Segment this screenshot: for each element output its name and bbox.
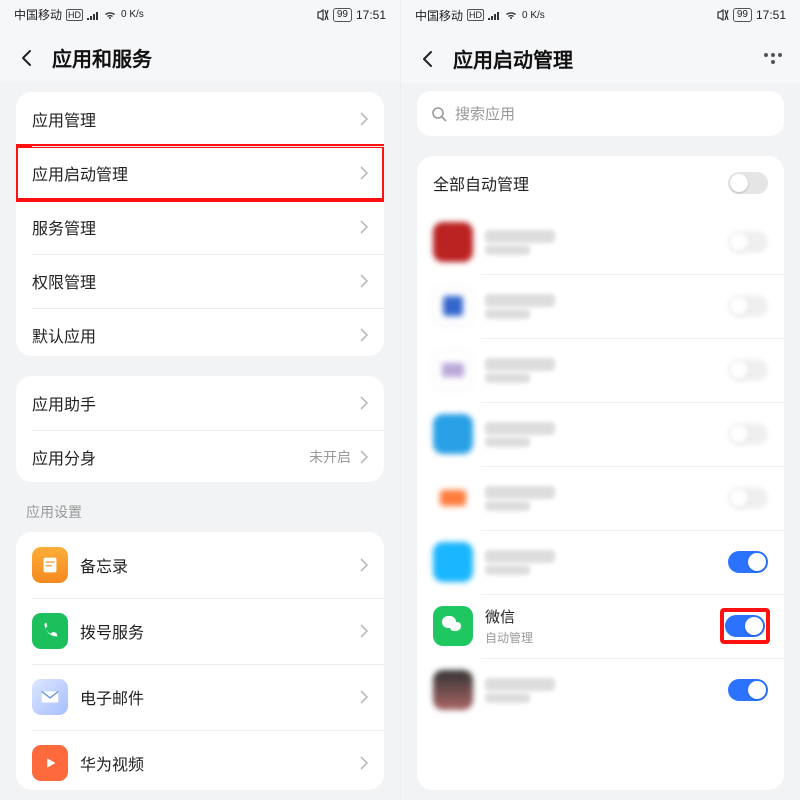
row-app-manage[interactable]: 应用管理 — [16, 92, 384, 146]
back-icon[interactable] — [16, 47, 38, 69]
wifi-icon — [504, 10, 518, 20]
page-title: 应用启动管理 — [453, 44, 573, 73]
row-dialer[interactable]: 拨号服务 — [16, 598, 384, 664]
app-name: 微信 — [485, 606, 710, 627]
row-memo[interactable]: 备忘录 — [16, 532, 384, 598]
app-desc: 自动管理 — [485, 629, 710, 646]
app-icon — [433, 286, 473, 326]
hd-badge: HD — [467, 9, 484, 21]
wifi-icon — [103, 10, 117, 20]
app-list: 全部自动管理 .. .. .. .. .. — [417, 156, 784, 790]
clock: 17:51 — [756, 8, 786, 22]
search-icon — [431, 106, 447, 122]
app-icon — [433, 542, 473, 582]
row-email[interactable]: 电子邮件 — [16, 664, 384, 730]
toggle[interactable] — [728, 231, 768, 253]
status-bar: 中国移动 HD 0 K/s 99 17:51 — [0, 0, 400, 29]
chevron-right-icon — [359, 450, 368, 464]
search-input[interactable]: 搜索应用 — [417, 91, 784, 136]
app-icon — [433, 222, 473, 262]
video-icon — [32, 745, 68, 781]
app-row-blurred[interactable]: .. — [417, 338, 784, 402]
page-title: 应用和服务 — [52, 43, 152, 72]
chevron-right-icon — [359, 274, 368, 288]
wechat-icon — [433, 606, 473, 646]
group-apps: 备忘录 拨号服务 电子邮件 华为视频 — [16, 532, 384, 790]
chevron-right-icon — [359, 328, 368, 342]
carrier: 中国移动 — [14, 6, 62, 23]
app-row-blurred[interactable]: .. — [417, 658, 784, 722]
toggle[interactable] — [728, 551, 768, 573]
chevron-right-icon — [359, 624, 368, 638]
row-default-apps[interactable]: 默认应用 — [16, 308, 384, 356]
net-speed: 0 K/s — [522, 10, 545, 21]
mute-icon — [715, 9, 729, 21]
group-2: 应用助手 应用分身 未开启 — [16, 376, 384, 482]
app-icon — [433, 670, 473, 710]
row-service-manage[interactable]: 服务管理 — [16, 200, 384, 254]
row-app-launch-manage[interactable]: 应用启动管理 — [16, 146, 384, 200]
memo-icon — [32, 547, 68, 583]
app-row-blurred[interactable]: .. — [417, 210, 784, 274]
toggle[interactable] — [728, 487, 768, 509]
chevron-right-icon — [359, 112, 368, 126]
toggle-wechat[interactable] — [725, 615, 765, 637]
group-1: 应用管理 应用启动管理 服务管理 权限管理 默认应用 — [16, 92, 384, 356]
app-row-blurred[interactable]: .. — [417, 274, 784, 338]
toggle-all-auto[interactable] — [728, 172, 768, 194]
back-icon[interactable] — [417, 48, 439, 70]
signal-icon — [488, 10, 500, 20]
app-row-blurred[interactable]: .. — [417, 466, 784, 530]
section-header: 应用设置 — [0, 492, 400, 522]
toggle[interactable] — [728, 423, 768, 445]
mute-icon — [315, 9, 329, 21]
status-bar: 中国移动 HD 0 K/s 99 17:51 — [401, 0, 800, 30]
all-auto-row[interactable]: 全部自动管理 — [417, 156, 784, 210]
more-menu-icon[interactable] — [762, 48, 784, 70]
signal-icon — [87, 10, 99, 20]
chevron-right-icon — [359, 220, 368, 234]
right-screenshot: 中国移动 HD 0 K/s 99 17:51 应用启动管理 搜索应用 全部自动管… — [400, 0, 800, 800]
battery-level: 99 — [333, 8, 352, 22]
toggle[interactable] — [728, 679, 768, 701]
phone-icon — [32, 613, 68, 649]
page-header: 应用启动管理 — [401, 30, 800, 83]
mail-icon — [32, 679, 68, 715]
chevron-right-icon — [359, 166, 368, 180]
net-speed: 0 K/s — [121, 9, 144, 20]
search-placeholder: 搜索应用 — [455, 103, 515, 124]
app-row-wechat[interactable]: 微信 自动管理 — [417, 594, 784, 658]
toggle[interactable] — [728, 359, 768, 381]
app-row-blurred[interactable]: .. — [417, 402, 784, 466]
toggle[interactable] — [728, 295, 768, 317]
left-screenshot: 中国移动 HD 0 K/s 99 17:51 应用和服务 应用管理 应用启动管理… — [0, 0, 400, 800]
row-huawei-video[interactable]: 华为视频 — [16, 730, 384, 790]
app-icon — [433, 414, 473, 454]
app-icon — [433, 478, 473, 518]
clock: 17:51 — [356, 8, 386, 22]
row-permission-manage[interactable]: 权限管理 — [16, 254, 384, 308]
app-row-blurred[interactable]: .. — [417, 530, 784, 594]
chevron-right-icon — [359, 396, 368, 410]
page-header: 应用和服务 — [0, 29, 400, 82]
row-app-clone[interactable]: 应用分身 未开启 — [16, 430, 384, 482]
chevron-right-icon — [359, 756, 368, 770]
carrier: 中国移动 — [415, 7, 463, 24]
battery-level: 99 — [733, 8, 752, 22]
chevron-right-icon — [359, 558, 368, 572]
hd-badge: HD — [66, 9, 83, 21]
row-app-assistant[interactable]: 应用助手 — [16, 376, 384, 430]
app-icon — [433, 350, 473, 390]
chevron-right-icon — [359, 690, 368, 704]
